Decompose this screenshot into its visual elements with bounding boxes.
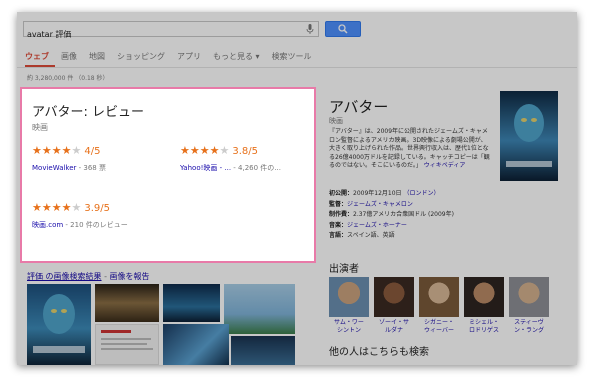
fact-release: 初公開：2009年12月10日 （ロンドン）	[329, 190, 440, 197]
image-thumbnail[interactable]	[95, 324, 159, 365]
avatar	[464, 277, 504, 317]
cast-member[interactable]: スティーヴ ン・ラング	[509, 277, 549, 335]
tab-images[interactable]: 画像	[61, 51, 77, 65]
star-filled-icon: ★	[209, 144, 220, 157]
search-icon	[338, 24, 348, 34]
review-card: アバター: レビュー 映画 ★★★★★ 4/5 MovieWalker - 368…	[20, 87, 316, 263]
avatar-poster-icon	[506, 104, 552, 167]
avatar	[419, 277, 459, 317]
avatar	[374, 277, 414, 317]
image-thumbnail[interactable]	[27, 284, 91, 365]
star-filled-icon: ★	[51, 201, 62, 214]
review-item[interactable]: ★★★★★ 3.8/5 Yahoo!映画 - ... - 4,260 件の...	[180, 145, 281, 173]
star-rating: ★★★★★ 4/5	[32, 145, 106, 158]
star-filled-icon: ★	[51, 144, 62, 157]
review-count: - 210 件のレビュー	[63, 221, 128, 229]
review-score: 3.8/5	[232, 146, 259, 157]
review-source-link[interactable]: MovieWalker	[32, 164, 76, 172]
cast-member[interactable]: シガニー・ ウィーバー	[419, 277, 459, 335]
star-rating: ★★★★★ 3.8/5	[180, 145, 281, 158]
image-thumbnail[interactable]	[95, 284, 159, 322]
related-searches-title: 他の人はこちらも検索	[329, 347, 429, 358]
cast-member[interactable]: ゾーイ・サ ルダナ	[374, 277, 414, 335]
image-thumbnail[interactable]	[224, 284, 295, 334]
movie-poster[interactable]	[500, 91, 558, 181]
fact-language: 言語：スペイン語、英語	[329, 232, 395, 239]
image-thumbnail[interactable]	[163, 284, 220, 322]
star-empty-icon: ★	[71, 201, 82, 214]
search-button[interactable]	[325, 21, 361, 37]
cast-title: 出演者	[329, 264, 359, 275]
star-filled-icon: ★	[61, 201, 72, 214]
microphone-icon[interactable]	[306, 24, 314, 35]
image-results-header: 評価 の画像検索結果 - 画像を報告	[27, 271, 150, 282]
image-header-separator: -	[101, 272, 110, 281]
fact-budget: 制作費：2.37億アメリカ合衆国ドル (2009年)	[329, 211, 454, 218]
tab-shopping[interactable]: ショッピング	[117, 51, 165, 65]
search-tabs: ウェブ 画像 地図 ショッピング アプリ もっと見る ▾ 検索ツール	[25, 51, 324, 65]
tabs-divider	[17, 67, 577, 68]
star-empty-icon: ★	[71, 144, 82, 157]
star-filled-icon: ★	[189, 144, 200, 157]
review-item[interactable]: ★★★★★ 3.9/5 映画.com - 210 件のレビュー	[32, 202, 128, 230]
star-filled-icon: ★	[32, 201, 42, 214]
image-thumbnail[interactable]	[231, 336, 295, 365]
star-filled-icon: ★	[180, 144, 190, 157]
avatar	[509, 277, 549, 317]
fact-music: 音楽：ジェームズ・ホーナー	[329, 221, 407, 229]
review-count: - 368 票	[76, 164, 106, 172]
tab-more[interactable]: もっと見る ▾	[213, 51, 260, 65]
star-filled-icon: ★	[199, 144, 210, 157]
cast-member[interactable]: ミシェル・ ロドリゲス	[464, 277, 504, 335]
star-empty-icon: ★	[219, 144, 230, 157]
knowledge-panel-type: 映画	[329, 117, 343, 125]
review-score: 4/5	[84, 146, 101, 157]
description-text: 『アバター』は、2009年に公開されたジェームズ・キャメロン監督によるアメリカ映…	[329, 128, 490, 169]
tab-search-tools[interactable]: 検索ツール	[272, 51, 312, 65]
report-images-link[interactable]: 画像を報告	[110, 272, 150, 281]
review-item[interactable]: ★★★★★ 4/5 MovieWalker - 368 票	[32, 145, 106, 173]
search-box[interactable]	[23, 21, 319, 42]
review-count: - 4,260 件の...	[231, 164, 281, 172]
image-thumbnail[interactable]	[163, 324, 229, 365]
wikipedia-link[interactable]: ウィキペディア	[424, 162, 466, 169]
knowledge-panel-description: 『アバター』は、2009年に公開されたジェームズ・キャメロン監督によるアメリカ映…	[329, 128, 491, 171]
star-filled-icon: ★	[61, 144, 72, 157]
cast-member[interactable]: サム・ワー シントン	[329, 277, 369, 335]
star-filled-icon: ★	[32, 144, 42, 157]
fact-director: 監督：ジェームズ・キャメロン	[329, 200, 413, 208]
avatar	[329, 277, 369, 317]
image-results-link-rest[interactable]: の画像検索結果	[43, 272, 102, 281]
review-score: 3.9/5	[84, 203, 111, 214]
tab-maps[interactable]: 地図	[89, 51, 105, 65]
star-rating: ★★★★★ 3.9/5	[32, 202, 128, 215]
knowledge-panel-facts: 初公開：2009年12月10日 （ロンドン） 監督：ジェームズ・キャメロン 制作…	[329, 189, 454, 242]
tab-apps[interactable]: アプリ	[177, 51, 201, 65]
result-stats: 約 3,280,000 件 （0.18 秒）	[27, 75, 109, 82]
star-filled-icon: ★	[41, 201, 52, 214]
image-results-link[interactable]: 評価	[27, 272, 43, 281]
search-input[interactable]	[24, 27, 294, 42]
knowledge-panel-title: アバター	[329, 98, 389, 116]
review-source-link[interactable]: Yahoo!映画 - ...	[180, 164, 231, 172]
review-card-title: アバター: レビュー	[32, 105, 144, 120]
tab-web[interactable]: ウェブ	[25, 51, 49, 65]
avatar-poster-icon	[33, 294, 85, 353]
browser-window: ウェブ 画像 地図 ショッピング アプリ もっと見る ▾ 検索ツール 約 3,2…	[17, 12, 577, 365]
star-filled-icon: ★	[41, 144, 52, 157]
review-card-subtitle: 映画	[32, 123, 48, 132]
review-source-link[interactable]: 映画.com	[32, 221, 63, 229]
